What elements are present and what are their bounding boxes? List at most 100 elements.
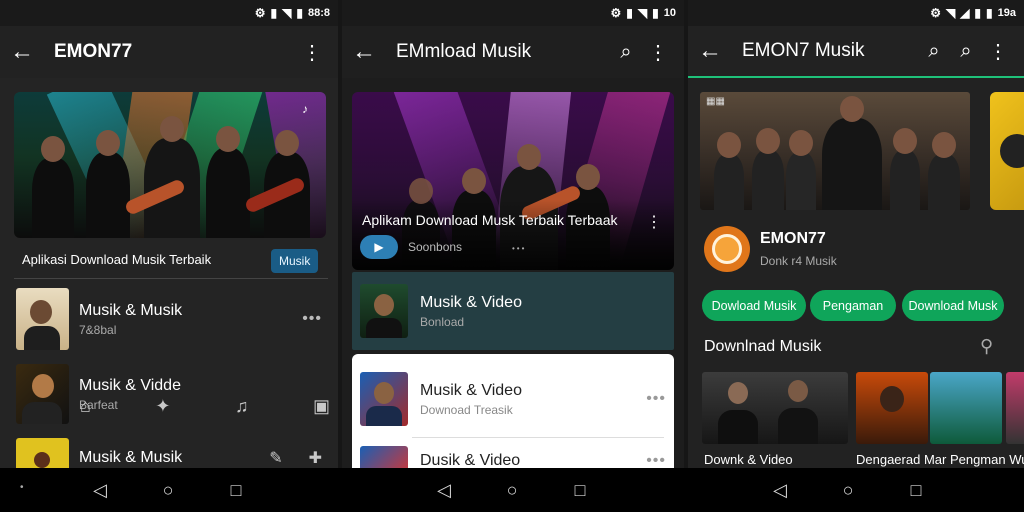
home-nav-icon[interactable]: ○: [814, 480, 882, 501]
hero-banner[interactable]: ▦▦: [700, 92, 970, 210]
home-tab-icon[interactable]: ⌂: [80, 396, 91, 417]
triple-screenshot: ⚙ ▮ ◥ ▮ 88:8 ← EMON77 ⋮ ♪ Aplikasi Downl…: [0, 0, 1024, 512]
list-item-title: Musik & Musik: [79, 301, 183, 319]
profile-subtitle: Donk r4 Musik: [760, 254, 837, 268]
screen-emon77: ⚙ ▮ ◥ ▮ 88:8 ← EMON77 ⋮ ♪ Aplikasi Downl…: [0, 0, 338, 468]
video-tile[interactable]: [702, 372, 848, 444]
list-item[interactable]: Musik & Video Bonload: [352, 272, 674, 350]
hero-banner[interactable]: Aplikam Download Musk Terbaik Terbaak ⋮ …: [352, 92, 674, 270]
video-tile[interactable]: [930, 372, 1002, 444]
status-bar: ⚙ ▮ ◥ ▮ 10: [342, 0, 684, 26]
back-nav-icon[interactable]: ◁: [66, 480, 134, 501]
carousel-dots: •••: [512, 244, 527, 253]
game-icon[interactable]: ✚: [309, 448, 322, 468]
divider: [14, 278, 328, 279]
profile-name: EMON77: [760, 230, 826, 247]
app-bar: ← EMON77 ⋮: [0, 26, 338, 78]
gear-status-icon: ⚙: [930, 6, 941, 20]
play-badge-icon[interactable]: ▶: [360, 235, 398, 259]
hero-subtext: Soonbons: [408, 240, 463, 254]
list-item[interactable]: Musik & Video Downoad Treasik •••: [360, 362, 666, 436]
list-item[interactable]: Musik & Musik ✎ ✚: [0, 438, 338, 468]
hero-banner[interactable]: ♪: [14, 92, 326, 238]
app-bar: ← EMON7 Musik ⌕ ⌕ ⋮: [688, 26, 1024, 78]
back-arrow-icon[interactable]: ←: [10, 40, 40, 64]
home-nav-icon[interactable]: ○: [134, 480, 202, 501]
profile-avatar[interactable]: [704, 226, 750, 272]
musik-button[interactable]: Musik: [271, 249, 319, 273]
hero-caption: Aplikam Download Musk Terbaik Terbaak: [362, 212, 618, 228]
home-nav-icon[interactable]: ○: [478, 480, 546, 501]
battery-icon: ▮: [652, 6, 659, 20]
android-nav-bar: • ◁ ○ □ ◁ ○ □ ◁ ○ □: [0, 468, 1024, 512]
search-icon[interactable]: ⌕: [918, 40, 950, 63]
back-nav-icon[interactable]: ◁: [410, 480, 478, 501]
more-vert-icon[interactable]: ⋮: [646, 212, 662, 232]
battery-status-icon: ▮: [270, 6, 278, 20]
pill-button[interactable]: Pengaman: [810, 290, 896, 321]
search-icon[interactable]: ⌕: [610, 41, 642, 64]
list-item-title: Musik & Vidde: [79, 376, 181, 394]
hero-badge-icon: ▦▦: [706, 96, 725, 107]
nav-group: ◁ ○ □: [410, 468, 614, 512]
gear-status-icon: ⚙: [254, 6, 266, 20]
concert-image: [700, 92, 970, 210]
video-tile[interactable]: [856, 372, 928, 444]
wifi-status-icon: ◥: [282, 6, 292, 20]
chat-icon[interactable]: ✎: [269, 448, 282, 468]
album-thumbnail: [360, 284, 408, 338]
more-horiz-icon[interactable]: •••: [302, 310, 322, 328]
screen-download-musik: ⚙ ▮ ◥ ▮ 10 ← EMmload Musik ⌕ ⋮ Aplikam D…: [342, 0, 684, 468]
battery-icon: ▮: [296, 6, 303, 20]
back-arrow-icon[interactable]: ←: [698, 39, 728, 63]
battery-icon: ▮: [974, 6, 982, 20]
list-item-subtitle: Bonload: [420, 314, 465, 329]
more-horiz-icon[interactable]: •••: [646, 452, 666, 468]
album-thumbnail: [16, 288, 69, 350]
explore-tab-icon[interactable]: ✦: [155, 396, 170, 417]
battery-status-icon: ▮: [986, 6, 993, 20]
list-item-subtitle: Downoad Treasik: [420, 402, 513, 417]
concert-image: [14, 92, 326, 238]
section-action-icon[interactable]: ⚲: [980, 336, 993, 357]
nav-group: ◁ ○ □: [66, 468, 270, 512]
battery-status-icon: ▮: [626, 6, 633, 20]
signal-status-icon: ◢: [960, 6, 970, 20]
clock-text: 19a: [997, 7, 1016, 19]
section-title: Downlnad Musik: [704, 338, 822, 355]
back-arrow-icon[interactable]: ←: [352, 40, 382, 64]
list-item[interactable]: Musik & Musik 7&8bal •••: [0, 288, 338, 350]
album-thumbnail: [360, 372, 408, 426]
screen-emon7-musik: ⚙ ◥ ◢ ▮ ▮ 19a ← EMON7 Musik ⌕ ⌕ ⋮ ▦▦ EMO…: [688, 0, 1024, 468]
gear-status-icon: ⚙: [610, 6, 622, 20]
status-bar: ⚙ ◥ ◢ ▮ ▮ 19a: [688, 0, 1024, 26]
back-nav-icon[interactable]: ◁: [746, 480, 814, 501]
tile-caption: Dengaerad Mar Pengman Wurs: [856, 452, 1024, 467]
clock-text: 88:8: [307, 7, 330, 19]
list-item-subtitle: 7&8bal: [79, 322, 117, 337]
pill-button[interactable]: Dowload Musik: [702, 290, 806, 321]
album-thumbnail: [360, 446, 408, 468]
more-horiz-icon[interactable]: •••: [646, 390, 666, 408]
search-icon[interactable]: ⌕: [950, 40, 982, 63]
pill-button[interactable]: Download Musk: [902, 290, 1004, 321]
more-vert-icon[interactable]: ⋮: [296, 40, 328, 65]
next-banner-peek[interactable]: [990, 92, 1024, 210]
more-vert-icon[interactable]: ⋮: [642, 40, 674, 65]
video-tile[interactable]: [1006, 372, 1024, 444]
wifi-status-icon: ◥: [637, 6, 648, 20]
list-item[interactable]: Dusik & Video •••: [360, 446, 666, 468]
music-tab-icon[interactable]: ♫: [235, 396, 249, 417]
library-tab-icon[interactable]: ▣: [313, 396, 330, 417]
recents-nav-icon[interactable]: □: [546, 480, 614, 501]
list-item-title: Dusik & Video: [420, 452, 521, 468]
more-vert-icon[interactable]: ⋮: [982, 39, 1014, 64]
recents-nav-icon[interactable]: □: [882, 480, 950, 501]
recents-nav-icon[interactable]: □: [202, 480, 270, 501]
hero-gradient: [352, 200, 674, 270]
app-title: EMON7 Musik: [742, 40, 865, 61]
status-bar: ⚙ ▮ ◥ ▮ 88:8: [0, 0, 338, 26]
bottom-tab-icons: ⌂ ✦ ♫ ▣: [80, 396, 330, 417]
album-thumbnail: [16, 438, 69, 468]
app-title: EMON77: [54, 41, 133, 62]
